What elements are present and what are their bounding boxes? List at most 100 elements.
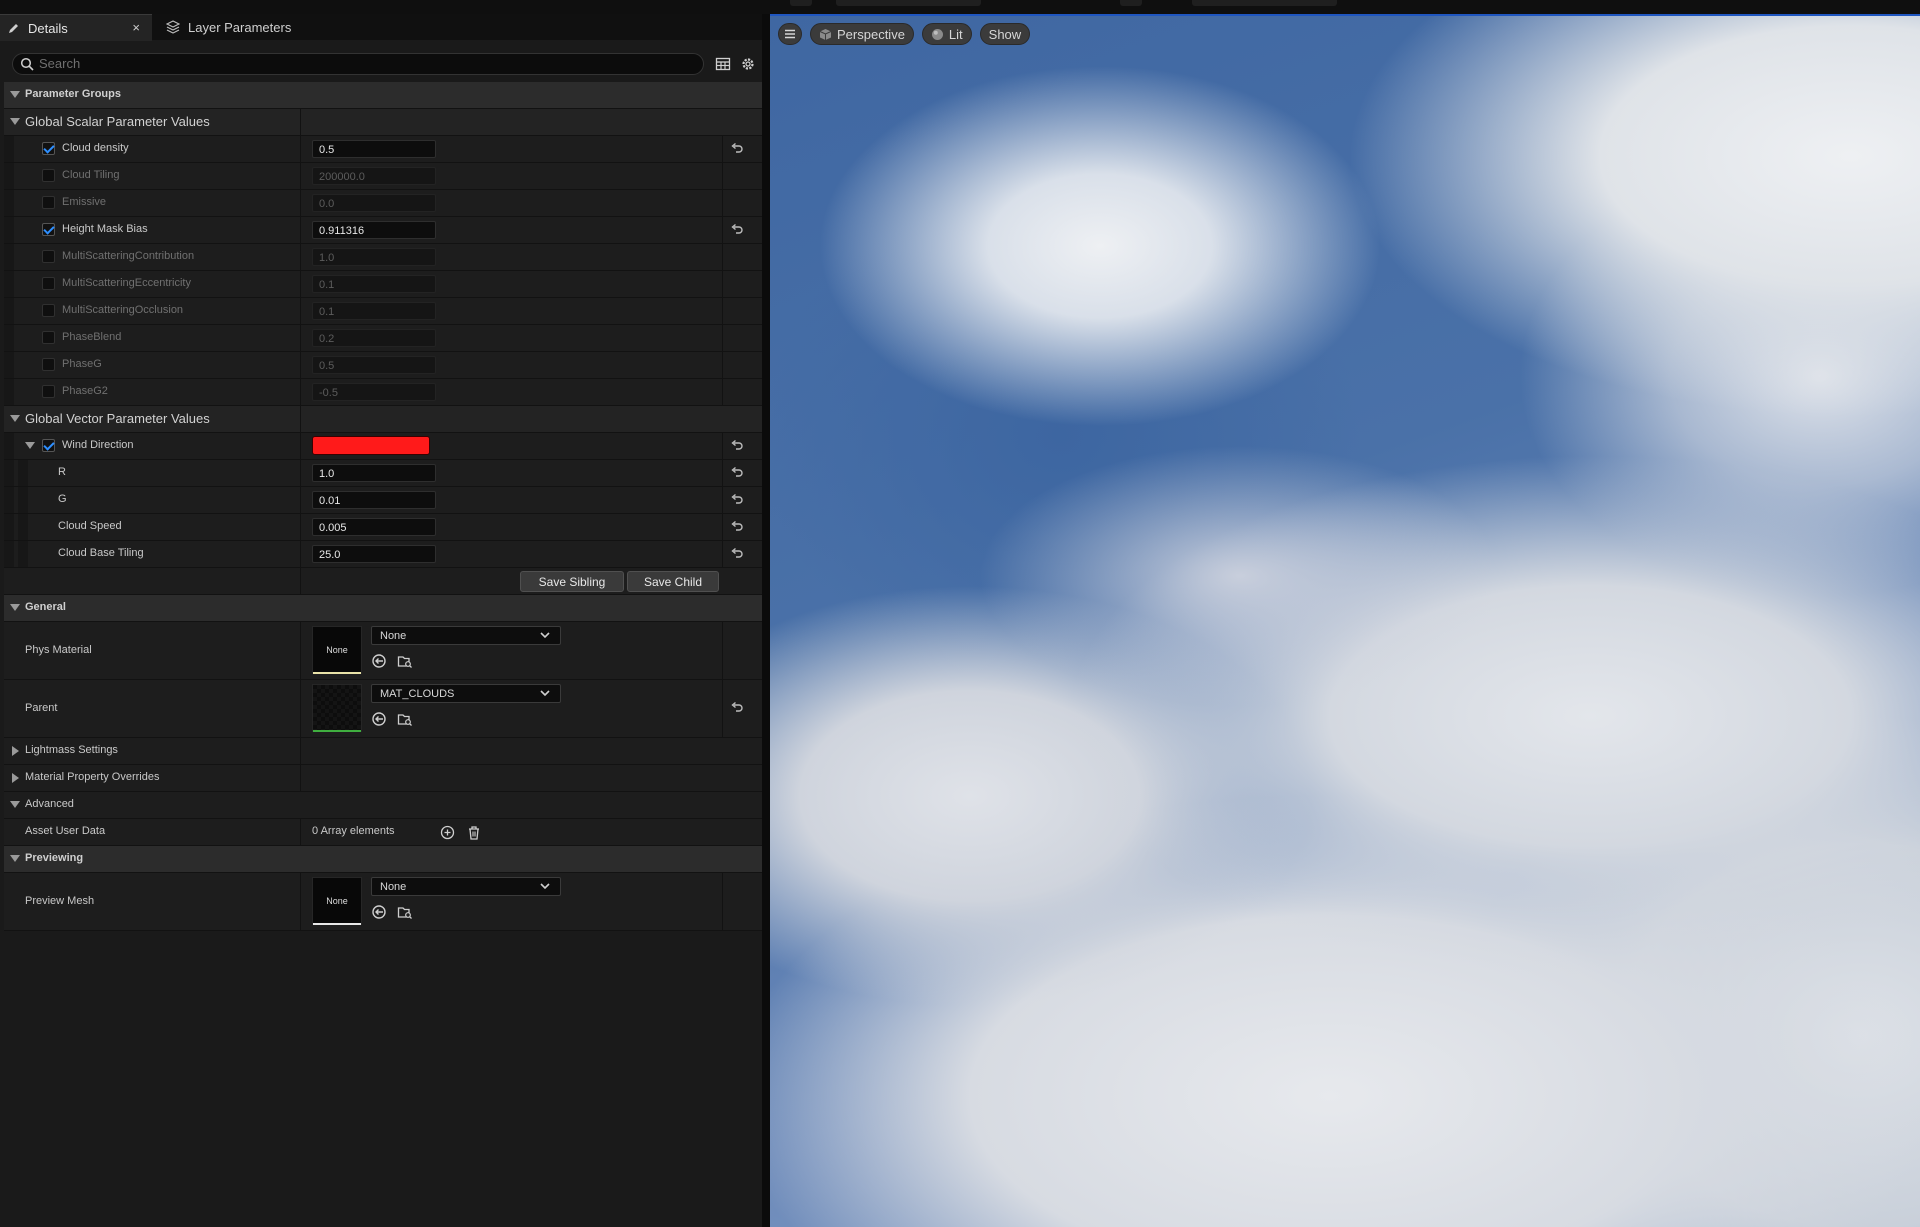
collapse-arrow-icon[interactable] [10, 91, 20, 98]
override-checkbox[interactable] [42, 169, 55, 182]
collapse-arrow-icon[interactable] [10, 118, 20, 125]
reset-to-default-icon[interactable] [730, 520, 744, 534]
expand-arrow-icon[interactable] [25, 442, 35, 449]
close-icon[interactable]: × [132, 20, 140, 35]
show-button[interactable]: Show [979, 23, 1031, 45]
expand-arrow-icon[interactable] [12, 746, 19, 756]
category-previewing[interactable]: Previewing [4, 846, 762, 873]
reset-to-default-icon[interactable] [730, 439, 744, 453]
prop-label: Parent [25, 702, 58, 714]
category-advanced[interactable]: Advanced [4, 792, 762, 819]
category-material-property-overrides[interactable]: Material Property Overrides [4, 765, 762, 792]
param-value-input[interactable]: 200000.0 [312, 167, 436, 185]
trash-icon[interactable] [467, 825, 481, 840]
tab-details[interactable]: Details × [0, 14, 152, 41]
asset-picker-combo[interactable]: None [371, 626, 561, 645]
reset-to-default-icon[interactable] [730, 223, 744, 237]
use-selected-icon[interactable] [371, 711, 387, 727]
lit-button[interactable]: Lit [921, 23, 972, 45]
param-value-input[interactable]: -0.5 [312, 383, 436, 401]
category-lightmass-settings[interactable]: Lightmass Settings [4, 738, 762, 765]
column-divider [722, 136, 723, 162]
param-value-input[interactable]: 0.5 [312, 140, 436, 158]
override-checkbox[interactable] [42, 250, 55, 263]
override-checkbox[interactable] [42, 142, 55, 155]
use-selected-icon[interactable] [371, 653, 387, 669]
reset-to-default-icon[interactable] [730, 142, 744, 156]
prop-label: Phys Material [25, 644, 92, 656]
column-divider [300, 190, 301, 216]
reset-to-default-icon[interactable] [730, 547, 744, 561]
viewport-menu-button[interactable] [778, 23, 802, 45]
save-sibling-button[interactable]: Save Sibling [520, 571, 624, 592]
reset-to-default-icon[interactable] [730, 701, 744, 715]
expand-arrow-icon[interactable] [12, 773, 19, 783]
asset-picker-combo[interactable]: None [371, 877, 561, 896]
override-checkbox[interactable] [42, 439, 55, 452]
level-viewport[interactable]: Perspective Lit Show [770, 14, 1920, 1227]
gear-icon[interactable] [740, 56, 756, 72]
save-child-button[interactable]: Save Child [627, 571, 719, 592]
column-divider [300, 819, 301, 845]
asset-thumbnail[interactable]: None [312, 626, 362, 674]
asset-thumbnail[interactable]: None [312, 877, 362, 925]
column-divider [722, 514, 723, 540]
param-label: PhaseG2 [62, 385, 108, 397]
panel-splitter[interactable] [762, 14, 770, 1227]
use-selected-icon[interactable] [371, 904, 387, 920]
param-value-input[interactable]: 0.0 [312, 194, 436, 212]
param-row-cloud-density: Cloud density 0.5 [4, 136, 762, 163]
search-icon [20, 57, 34, 71]
browse-folder-icon[interactable] [397, 711, 413, 727]
override-checkbox[interactable] [42, 196, 55, 209]
override-checkbox[interactable] [42, 304, 55, 317]
group-global-vector[interactable]: Global Vector Parameter Values [4, 406, 762, 433]
category-general[interactable]: General [4, 595, 762, 622]
column-divider [722, 460, 723, 486]
component-row-cloud-speed: Cloud Speed 0.005 [4, 514, 762, 541]
collapse-arrow-icon[interactable] [10, 855, 20, 862]
search-input[interactable] [39, 55, 689, 72]
prop-row-asset-user-data: Asset User Data 0 Array elements [4, 819, 762, 846]
color-swatch[interactable] [312, 436, 430, 455]
group-global-scalar[interactable]: Global Scalar Parameter Values [4, 109, 762, 136]
reset-to-default-icon[interactable] [730, 493, 744, 507]
override-checkbox[interactable] [42, 385, 55, 398]
perspective-button[interactable]: Perspective [810, 23, 914, 45]
param-value-input[interactable]: 1.0 [312, 248, 436, 266]
component-value-input[interactable]: 0.01 [312, 491, 436, 509]
override-checkbox[interactable] [42, 277, 55, 290]
collapse-arrow-icon[interactable] [10, 801, 20, 808]
component-value-input[interactable]: 0.005 [312, 518, 436, 536]
collapse-arrow-icon[interactable] [10, 604, 20, 611]
category-parameter-groups[interactable]: Parameter Groups [4, 82, 762, 109]
param-row-height-mask-bias: Height Mask Bias 0.911316 [4, 217, 762, 244]
reset-to-default-icon[interactable] [730, 466, 744, 480]
column-divider [300, 109, 301, 135]
search-box[interactable] [12, 53, 704, 75]
override-checkbox[interactable] [42, 358, 55, 371]
param-value-input[interactable]: 0.1 [312, 275, 436, 293]
component-label: Cloud Base Tiling [58, 547, 144, 559]
combo-value: MAT_CLOUDS [380, 688, 455, 700]
asset-thumbnail[interactable] [312, 684, 362, 732]
asset-picker-combo[interactable]: MAT_CLOUDS [371, 684, 561, 703]
column-divider [300, 622, 301, 679]
add-element-icon[interactable] [440, 825, 455, 840]
param-value-input[interactable]: 0.2 [312, 329, 436, 347]
component-value-input[interactable]: 1.0 [312, 464, 436, 482]
override-checkbox[interactable] [42, 331, 55, 344]
table-view-icon[interactable] [715, 56, 731, 72]
override-checkbox[interactable] [42, 223, 55, 236]
param-value-input[interactable]: 0.911316 [312, 221, 436, 239]
tab-layer-parameters[interactable]: Layer Parameters [160, 14, 320, 40]
component-value-input[interactable]: 25.0 [312, 545, 436, 563]
param-value-input[interactable]: 0.1 [312, 302, 436, 320]
param-value-input[interactable]: 0.5 [312, 356, 436, 374]
param-label: Emissive [62, 196, 107, 208]
param-row-multiscattering-contribution: MultiScatteringContribution 1.0 [4, 244, 762, 271]
browse-folder-icon[interactable] [397, 904, 413, 920]
column-divider [300, 460, 301, 486]
browse-folder-icon[interactable] [397, 653, 413, 669]
collapse-arrow-icon[interactable] [10, 415, 20, 422]
